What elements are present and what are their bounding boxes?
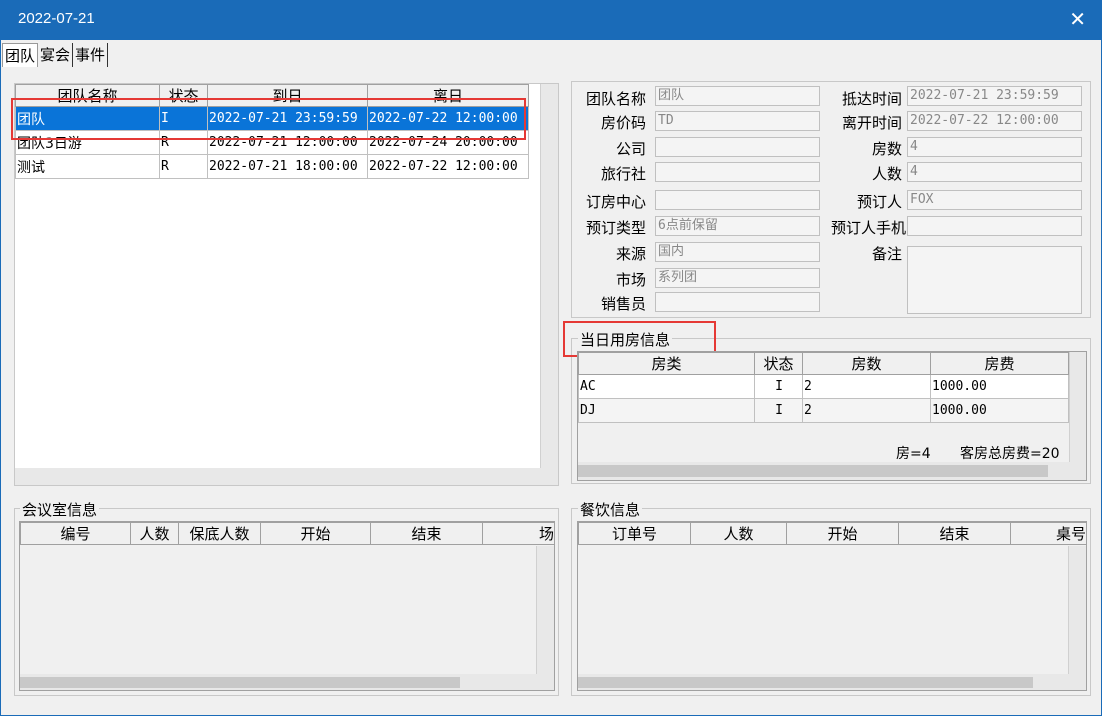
col-table-number[interactable]: 桌号: [1010, 522, 1086, 545]
booking-type-field[interactable]: 6点前保留: [655, 216, 820, 236]
cell-rate: 1000.00: [930, 374, 1069, 399]
room-usage-vertical-scrollbar[interactable]: [1069, 352, 1086, 462]
dining-table: 订单号 人数 开始 结束 桌号: [578, 522, 1086, 545]
booking-center-field[interactable]: [655, 190, 820, 210]
agency-field[interactable]: [655, 162, 820, 182]
label-company: 公司: [615, 140, 646, 158]
label-persons: 人数: [871, 165, 902, 183]
col-persons[interactable]: 人数: [130, 522, 179, 545]
cell-arrival: 2022-07-21 18:00:00: [207, 154, 368, 179]
room-usage-header: 房类 状态 房数 房费: [578, 352, 1069, 375]
room-usage-horizontal-scrollbar[interactable]: [578, 462, 1086, 480]
group-name-field[interactable]: 团队: [655, 86, 820, 106]
col-venue[interactable]: 场: [482, 522, 554, 545]
label-booking-center: 订房中心: [585, 193, 646, 211]
meeting-horizontal-scrollbar[interactable]: [20, 674, 554, 690]
col-rate[interactable]: 房费: [930, 352, 1069, 375]
cell-room-type: DJ: [578, 398, 755, 423]
groups-horizontal-scrollbar[interactable]: [15, 468, 558, 485]
groups-panel: 团队名称 状态 到日 离日 团队 I 2022-07-21 23:59:59 2…: [14, 83, 559, 486]
room-usage-footer-total: 客房总房费=20: [960, 446, 1060, 462]
cell-status: I: [754, 398, 803, 423]
label-group-name: 团队名称: [585, 90, 646, 108]
col-start[interactable]: 开始: [786, 522, 899, 545]
col-start[interactable]: 开始: [260, 522, 371, 545]
cell-rooms: 2: [802, 374, 931, 399]
col-end[interactable]: 结束: [898, 522, 1011, 545]
room-usage-scroll-thumb[interactable]: [578, 465, 1048, 477]
tab-banquet[interactable]: 宴会: [38, 43, 74, 67]
groups-vertical-scrollbar[interactable]: [540, 84, 558, 468]
arrival-field[interactable]: 2022-07-21 23:59:59: [907, 86, 1082, 106]
col-number[interactable]: 编号: [20, 522, 131, 545]
cell-rate: 1000.00: [930, 398, 1069, 423]
label-rooms: 房数: [871, 140, 902, 158]
col-rooms[interactable]: 房数: [802, 352, 931, 375]
dining-header: 订单号 人数 开始 结束 桌号: [578, 522, 1086, 545]
meeting-vertical-scrollbar[interactable]: [536, 546, 554, 674]
col-persons[interactable]: 人数: [690, 522, 787, 545]
meeting-table: 编号 人数 保底人数 开始 结束 场: [20, 522, 554, 545]
dining-title: 餐饮信息: [578, 499, 643, 520]
col-room-type[interactable]: 房类: [578, 352, 755, 375]
close-icon[interactable]: ✕: [1069, 7, 1086, 31]
label-booker-phone: 预订人手机: [830, 219, 906, 237]
col-end[interactable]: 结束: [370, 522, 483, 545]
cell-status: I: [754, 374, 803, 399]
tab-bar: 团队 宴会 事件: [2, 43, 109, 67]
table-row[interactable]: 测试 R 2022-07-21 18:00:00 2022-07-22 12:0…: [15, 154, 529, 179]
label-source: 来源: [615, 245, 646, 263]
persons-field[interactable]: 4: [907, 162, 1082, 182]
col-min-persons[interactable]: 保底人数: [178, 522, 261, 545]
remark-field[interactable]: [907, 246, 1082, 314]
meeting-grid: 编号 人数 保底人数 开始 结束 场: [19, 521, 555, 691]
table-row[interactable]: DJ I 2 1000.00: [578, 398, 1069, 423]
tab-event[interactable]: 事件: [73, 43, 109, 67]
title-bar: 2022-07-21 ✕: [0, 0, 1102, 40]
label-rate-code: 房价码: [600, 114, 646, 132]
cell-departure: 2022-07-22 12:00:00: [367, 154, 529, 179]
room-usage-grid: 房类 状态 房数 房费 AC I 2 1000.00 DJ I 2 1000.0…: [577, 351, 1087, 481]
label-departure: 离开时间: [841, 114, 902, 132]
market-field[interactable]: 系列团: [655, 268, 820, 288]
sales-field[interactable]: [655, 292, 820, 312]
rate-code-field[interactable]: TD: [655, 111, 820, 131]
rooms-field[interactable]: 4: [907, 137, 1082, 157]
table-row[interactable]: AC I 2 1000.00: [578, 374, 1069, 399]
label-market: 市场: [615, 271, 646, 289]
cell-status: R: [159, 154, 208, 179]
meeting-header: 编号 人数 保底人数 开始 结束 场: [20, 522, 554, 545]
dining-vertical-scrollbar[interactable]: [1068, 546, 1086, 674]
cell-room-type: AC: [578, 374, 755, 399]
label-arrival: 抵达时间: [841, 90, 902, 108]
window-title: 2022-07-21: [18, 10, 95, 27]
cell-rooms: 2: [802, 398, 931, 423]
booker-field[interactable]: FOX: [907, 190, 1082, 210]
label-remark: 备注: [871, 245, 902, 263]
departure-field[interactable]: 2022-07-22 12:00:00: [907, 111, 1082, 131]
dining-grid: 订单号 人数 开始 结束 桌号: [577, 521, 1087, 691]
label-sales: 销售员: [600, 295, 646, 313]
source-field[interactable]: 国内: [655, 242, 820, 262]
meeting-title: 会议室信息: [20, 499, 100, 520]
label-booking-type: 预订类型: [585, 219, 646, 237]
booker-phone-field[interactable]: [907, 216, 1082, 236]
company-field[interactable]: [655, 137, 820, 157]
cell-group-name: 测试: [15, 154, 160, 179]
meeting-scroll-thumb[interactable]: [20, 677, 460, 688]
highlight-box-row: [11, 98, 526, 140]
tab-group[interactable]: 团队: [2, 43, 39, 67]
dining-scroll-thumb[interactable]: [578, 677, 1033, 688]
label-agency: 旅行社: [600, 165, 646, 183]
room-usage-table: 房类 状态 房数 房费 AC I 2 1000.00 DJ I 2 1000.0…: [578, 352, 1069, 423]
dining-horizontal-scrollbar[interactable]: [578, 674, 1086, 690]
room-usage-footer-rooms: 房=4: [896, 446, 931, 462]
col-order-number[interactable]: 订单号: [578, 522, 691, 545]
label-booker: 预订人: [856, 193, 902, 211]
col-status[interactable]: 状态: [754, 352, 803, 375]
